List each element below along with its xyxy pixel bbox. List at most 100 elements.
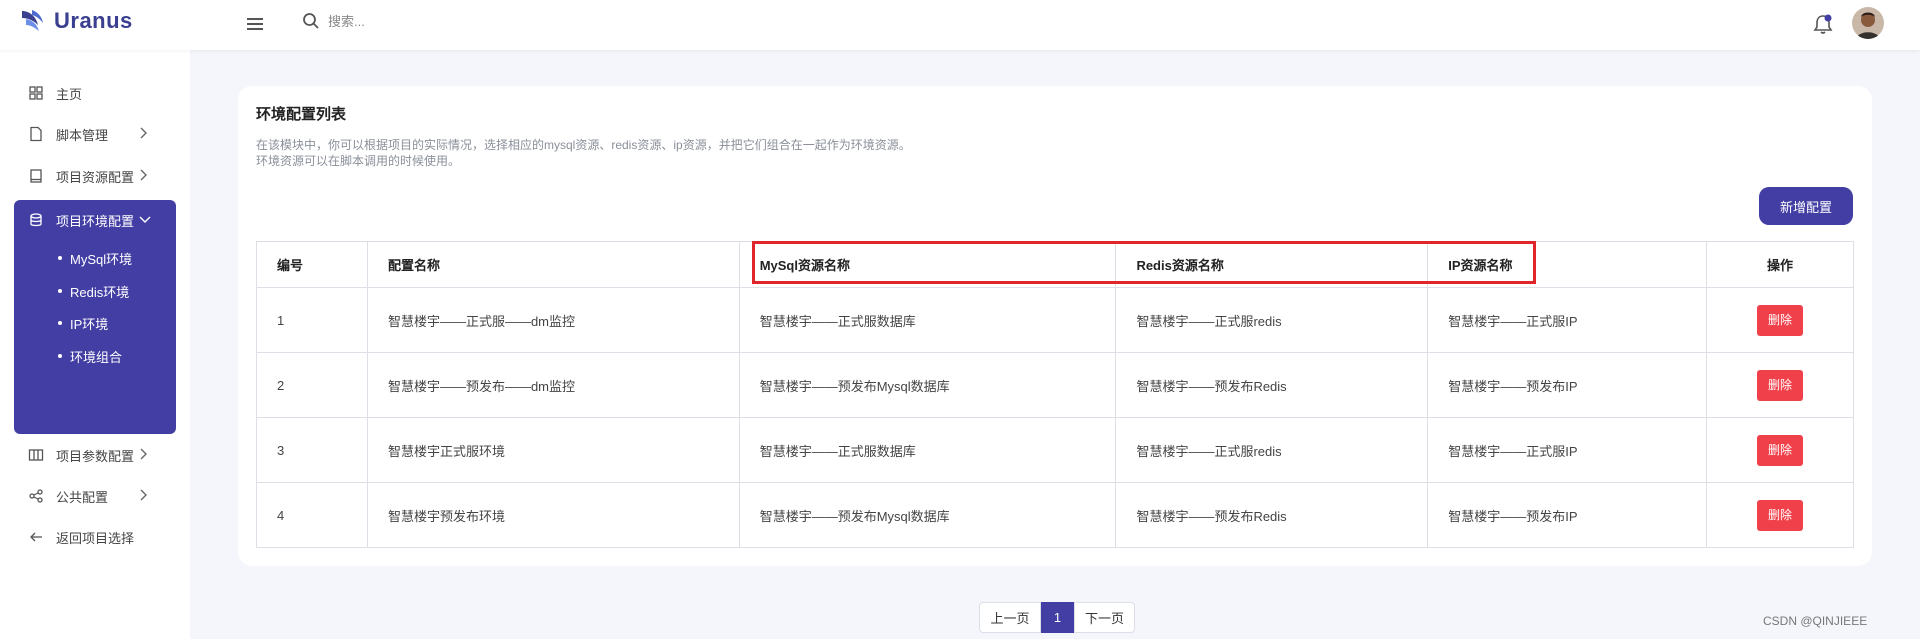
cell-id: 3 — [256, 417, 368, 483]
sidebar-item-label: 公共配置 — [56, 489, 109, 505]
share-icon — [29, 489, 43, 503]
cell-config-name: 智慧楼宇——预发布——dm监控 — [366, 352, 740, 418]
header-redis-name: Redis资源名称 — [1115, 241, 1429, 288]
table-header-row: 编号 配置名称 MySql资源名称 Redis资源名称 IP资源名称 操作 — [256, 241, 1854, 288]
chevron-right-icon — [140, 448, 147, 460]
cell-redis-name: 智慧楼宇——预发布Redis — [1115, 352, 1429, 418]
cell-actions: 删除 — [1706, 482, 1854, 548]
bullet-dot — [58, 256, 62, 260]
submenu-ip-env[interactable]: IP环境 — [58, 308, 108, 338]
sidebar-item-label: 项目资源配置 — [56, 169, 135, 185]
delete-button[interactable]: 删除 — [1757, 304, 1804, 336]
sidebar-item-public-config[interactable]: 公共配置 — [14, 476, 176, 516]
cell-redis-name: 智慧楼宇——预发布Redis — [1115, 482, 1429, 548]
avatar[interactable] — [1852, 7, 1884, 39]
sidebar-item-project-params[interactable]: 项目参数配置 — [14, 435, 176, 475]
current-page-button[interactable]: 1 — [1041, 602, 1074, 633]
cell-ip-name: 智慧楼宇——预发布IP — [1427, 352, 1708, 418]
sidebar-item-back-to-projects[interactable]: 返回项目选择 — [14, 517, 176, 557]
cell-actions: 删除 — [1706, 352, 1854, 418]
cell-config-name: 智慧楼宇——正式服——dm监控 — [366, 287, 740, 353]
pagination: 上一页 1 下一页 — [979, 602, 1135, 633]
chevron-down-icon — [139, 216, 151, 223]
cell-redis-name: 智慧楼宇——正式服redis — [1115, 417, 1429, 483]
sidebar-item-project-resources[interactable]: 项目资源配置 — [14, 156, 176, 196]
brand-logo[interactable]: Uranus — [20, 8, 133, 34]
sidebar-item-label: 返回项目选择 — [56, 530, 135, 546]
sidebar-item-label: 脚本管理 — [56, 127, 109, 143]
chevron-right-icon — [140, 127, 147, 139]
uranus-logo-icon — [22, 10, 43, 31]
cell-id: 1 — [256, 287, 368, 353]
header-config-name: 配置名称 — [366, 241, 740, 288]
table-row: 2 智慧楼宇——预发布——dm监控 智慧楼宇——预发布Mysql数据库 智慧楼宇… — [256, 352, 1854, 418]
cell-mysql-name: 智慧楼宇——正式服数据库 — [738, 287, 1117, 353]
search-bar — [302, 12, 630, 30]
table-row: 3 智慧楼宇正式服环境 智慧楼宇——正式服数据库 智慧楼宇——正式服redis … — [256, 417, 1854, 483]
submenu-redis-env[interactable]: Redis环境 — [58, 276, 129, 306]
submenu-env-combo[interactable]: 环境组合 — [58, 341, 122, 371]
page-title: 环境配置列表 — [256, 106, 347, 123]
sidebar-item-label: 主页 — [56, 86, 83, 102]
header-ip-name: IP资源名称 — [1427, 241, 1708, 288]
header-id: 编号 — [256, 241, 368, 288]
menu-icon[interactable] — [246, 15, 264, 33]
cell-redis-name: 智慧楼宇——正式服redis — [1115, 287, 1429, 353]
cell-id: 2 — [256, 352, 368, 418]
search-icon[interactable] — [302, 12, 320, 30]
bell-icon[interactable] — [1813, 13, 1833, 35]
cell-mysql-name: 智慧楼宇——正式服数据库 — [738, 417, 1117, 483]
columns-icon — [28, 449, 44, 461]
chevron-right-icon — [140, 169, 147, 181]
cell-config-name: 智慧楼宇正式服环境 — [366, 417, 740, 483]
page-description: 在该模块中，你可以根据项目的实际情况，选择相应的mysql资源、redis资源、… — [256, 137, 911, 169]
bullet-dot — [58, 354, 62, 358]
bullet-dot — [58, 321, 62, 325]
chevron-right-icon — [140, 489, 147, 501]
add-config-button[interactable]: 新增配置 — [1759, 187, 1853, 225]
cell-actions: 删除 — [1706, 417, 1854, 483]
submenu-label: Redis环境 — [70, 284, 130, 300]
grid-icon — [29, 86, 43, 100]
description-line: 环境资源可以在脚本调用的时候使用。 — [256, 154, 461, 168]
header-mysql-name: MySql资源名称 — [738, 241, 1117, 288]
delete-button[interactable]: 删除 — [1757, 434, 1804, 466]
sidebar-item-project-env[interactable]: 项目环境配置 — [14, 200, 176, 240]
prev-page-button[interactable]: 上一页 — [979, 602, 1041, 633]
table-row: 1 智慧楼宇——正式服——dm监控 智慧楼宇——正式服数据库 智慧楼宇——正式服… — [256, 287, 1854, 353]
submenu-label: MySql环境 — [70, 251, 133, 267]
env-config-table: 编号 配置名称 MySql资源名称 Redis资源名称 IP资源名称 操作 1 … — [256, 241, 1854, 548]
cell-mysql-name: 智慧楼宇——预发布Mysql数据库 — [738, 352, 1117, 418]
delete-button[interactable]: 删除 — [1757, 499, 1804, 531]
sidebar-item-home[interactable]: 主页 — [14, 73, 176, 113]
database-icon — [30, 213, 42, 227]
cell-mysql-name: 智慧楼宇——预发布Mysql数据库 — [738, 482, 1117, 548]
user-avatar-icon — [1852, 7, 1884, 39]
cell-actions: 删除 — [1706, 287, 1854, 353]
top-bar: Uranus — [0, 0, 1920, 50]
cell-ip-name: 智慧楼宇——正式服IP — [1427, 417, 1708, 483]
env-config-card: 环境配置列表 在该模块中，你可以根据项目的实际情况，选择相应的mysql资源、r… — [238, 86, 1872, 566]
brand-name: Uranus — [54, 8, 133, 33]
next-page-button[interactable]: 下一页 — [1074, 602, 1135, 633]
cell-config-name: 智慧楼宇预发布环境 — [366, 482, 740, 548]
cell-ip-name: 智慧楼宇——预发布IP — [1427, 482, 1708, 548]
bullet-dot — [58, 289, 62, 293]
sidebar-item-label: 项目参数配置 — [56, 448, 135, 464]
search-input[interactable] — [326, 12, 630, 30]
sidebar-item-scripts[interactable]: 脚本管理 — [14, 114, 176, 154]
description-line: 在该模块中，你可以根据项目的实际情况，选择相应的mysql资源、redis资源、… — [256, 138, 911, 152]
submenu-label: 环境组合 — [70, 349, 123, 365]
sidebar-item-label: 项目环境配置 — [56, 213, 135, 229]
file-icon — [30, 126, 42, 142]
cell-id: 4 — [256, 482, 368, 548]
delete-button[interactable]: 删除 — [1757, 369, 1804, 401]
cell-ip-name: 智慧楼宇——正式服IP — [1427, 287, 1708, 353]
book-icon — [30, 169, 42, 183]
sidebar: 主页 脚本管理 项目资源配置 项目环境配置 MySql环境 Redis环境 IP… — [0, 50, 190, 639]
watermark: CSDN @QINJIEEE — [1763, 614, 1868, 628]
table-row: 4 智慧楼宇预发布环境 智慧楼宇——预发布Mysql数据库 智慧楼宇——预发布R… — [256, 482, 1854, 548]
submenu-mysql-env[interactable]: MySql环境 — [58, 243, 132, 273]
submenu-label: IP环境 — [70, 316, 109, 332]
arrow-left-icon — [30, 532, 42, 542]
